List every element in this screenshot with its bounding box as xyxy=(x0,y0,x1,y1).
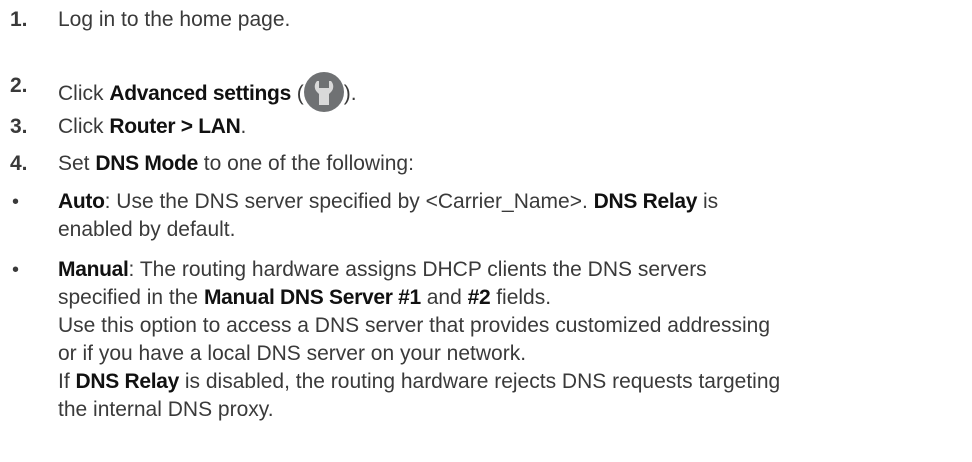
bullet-text: the internal DNS proxy. xyxy=(58,398,274,421)
dns-relay-label: DNS Relay xyxy=(593,190,698,213)
text-segment: If xyxy=(58,370,76,393)
bullet-text: If DNS Relay is disabled, the routing ha… xyxy=(58,368,780,396)
step-text-mid: ( xyxy=(290,82,304,105)
bullet-text: specified in the Manual DNS Server #1 an… xyxy=(58,284,551,312)
bullet-text: Use this option to access a DNS server t… xyxy=(58,314,771,337)
dns-relay-label: DNS Relay xyxy=(75,370,180,393)
step-number: 2. xyxy=(10,74,28,97)
dns-mode-label: DNS Mode xyxy=(95,152,198,175)
manual-label: Manual xyxy=(58,258,129,281)
step-text-pre: Click xyxy=(58,82,110,105)
step-number: 4. xyxy=(10,152,28,175)
router-lan-label: Router > LAN xyxy=(109,115,241,138)
advanced-settings-label: Advanced settings xyxy=(109,82,291,105)
step-text-post: ). xyxy=(343,82,357,105)
wrench-icon xyxy=(303,72,344,112)
bullet-text: or if you have a local DNS server on you… xyxy=(58,342,527,365)
step-text: Click Advanced settings (). xyxy=(58,72,357,112)
step-text: Log in to the home page. xyxy=(58,8,291,31)
text-segment: and xyxy=(420,286,468,309)
text-segment: fields. xyxy=(490,286,552,309)
bullet-marker: • xyxy=(12,259,20,281)
text-segment: specified in the xyxy=(58,286,204,309)
step-text-pre: Click xyxy=(58,115,110,138)
manual-dns-server-2-label: #2 xyxy=(467,286,491,309)
step-text: Click Router > LAN. xyxy=(58,113,246,141)
step-text: Set DNS Mode to one of the following: xyxy=(58,150,414,178)
step-text-pre: Set xyxy=(58,152,96,175)
instructions-document: 1. Log in to the home page. 2. Click Adv… xyxy=(0,0,972,462)
bullet-marker: • xyxy=(12,191,20,213)
bullet-text: Manual: The routing hardware assigns DHC… xyxy=(58,256,707,284)
step-number: 1. xyxy=(10,8,28,31)
bullet-text: Auto: Use the DNS server specified by <C… xyxy=(58,188,718,216)
auto-description-tail: is xyxy=(697,190,719,213)
step-number: 3. xyxy=(10,115,28,138)
manual-dns-server-1-label: Manual DNS Server #1 xyxy=(203,286,421,309)
auto-description: : Use the DNS server specified by <Carri… xyxy=(104,190,594,213)
step-text-post: . xyxy=(240,115,247,138)
auto-label: Auto xyxy=(58,190,105,213)
text-segment: is disabled, the routing hardware reject… xyxy=(179,370,781,393)
manual-description: : The routing hardware assigns DHCP clie… xyxy=(128,258,707,281)
bullet-text: enabled by default. xyxy=(58,218,236,241)
step-text-post: to one of the following: xyxy=(197,152,414,175)
